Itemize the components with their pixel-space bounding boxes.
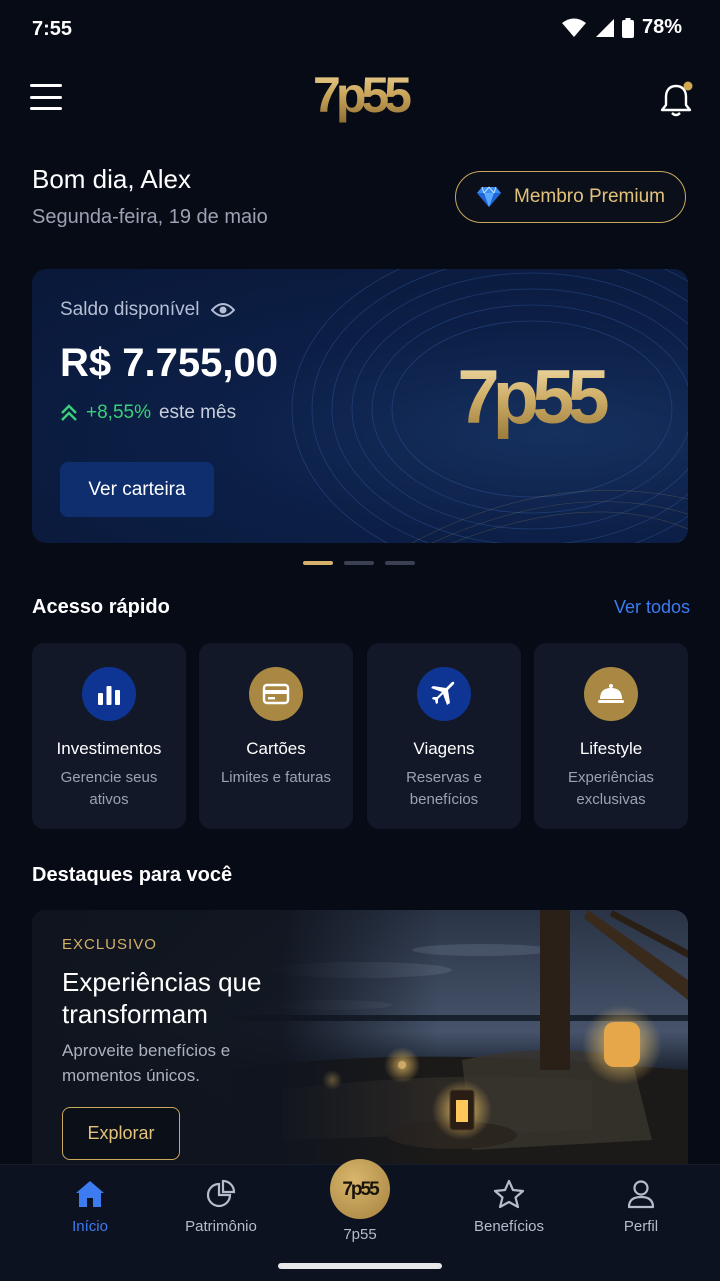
user-icon [627, 1180, 655, 1209]
quick-access-label: Lifestyle [579, 739, 643, 758]
premium-label: Membro Premium [514, 186, 665, 207]
nav-benefits[interactable]: Benefícios [454, 1179, 564, 1235]
signal-icon [595, 18, 614, 37]
quick-access-description: Reservas e benefícios [406, 769, 482, 808]
diamond-icon [477, 186, 501, 207]
credit-card-icon [249, 667, 303, 721]
change-suffix: este mês [158, 402, 237, 423]
nav-label: Benefícios [473, 1218, 545, 1235]
highlight-tag: EXCLUSIVO [62, 936, 157, 953]
highlight-description: Aproveite benefícios e momentos únicos. [62, 1041, 231, 1085]
greeting-title: Bom dia, Alex [32, 164, 191, 194]
logo-text: 7p55 [313, 67, 411, 123]
menu-button[interactable] [30, 84, 62, 110]
status-time: 7:55 [32, 18, 73, 40]
card-logo: 7p55 [457, 357, 615, 440]
quick-access-label: Investimentos [56, 739, 162, 758]
balance-label: Saldo disponível [60, 299, 200, 320]
see-all-link[interactable]: Ver todos [614, 597, 690, 618]
carousel-dot[interactable] [385, 561, 415, 565]
nav-profile[interactable]: Perfil [586, 1179, 696, 1235]
quick-access-title: Acesso rápido [32, 596, 170, 618]
status-icons: 78% [561, 16, 682, 39]
carousel-dot[interactable] [344, 561, 374, 565]
nav-label: Início [72, 1218, 108, 1235]
quick-access-description: Experiências exclusivas [568, 769, 654, 808]
view-wallet-button[interactable]: Ver carteira [60, 462, 214, 517]
balance-card: Saldo disponível R$ 7.755,00 +8,55% este… [32, 269, 688, 543]
wifi-icon [561, 18, 586, 37]
trend-up-icon [61, 404, 77, 421]
highlight-headline: Experiências que transformam [62, 967, 262, 1029]
pie-chart-icon [206, 1179, 236, 1208]
menu-icon [30, 84, 62, 87]
svg-text:7p55: 7p55 [342, 1179, 380, 1200]
quick-access-label: Cartões [246, 739, 306, 758]
change-percent: +8,55% [86, 402, 151, 423]
balance-change: +8,55% este mês [60, 402, 236, 424]
quick-access-lifestyle[interactable]: Lifestyle Experiências exclusivas [534, 643, 688, 829]
highlights-title: Destaques para você [32, 864, 233, 886]
quick-access-label: Viagens [413, 739, 475, 758]
explore-button[interactable]: Explorar [62, 1107, 180, 1160]
highlight-card[interactable]: EXCLUSIVO Experiências que transformam A… [32, 910, 688, 1180]
quick-access-travel[interactable]: Viagens Reservas e benefícios [367, 643, 521, 829]
nav-label: Patrimônio [185, 1218, 257, 1235]
greeting-date: Segunda-feira, 19 de maio [32, 206, 268, 228]
quick-access-description: Gerencie seus ativos [60, 769, 158, 808]
home-icon [76, 1181, 104, 1207]
airplane-icon [417, 667, 471, 721]
home-indicator [278, 1263, 442, 1269]
star-icon [493, 1179, 525, 1209]
premium-member-button[interactable]: Membro Premium [455, 171, 686, 223]
quick-access-description: Limites e faturas [220, 769, 332, 786]
brand-logo: 7p55 [313, 67, 416, 123]
cloche-icon [584, 667, 638, 721]
nav-brand-label: 7p55 [343, 1226, 377, 1243]
logo-icon: 7p55 [342, 1179, 382, 1200]
card-logo-text: 7p55 [457, 357, 608, 440]
nav-home[interactable]: Início [35, 1179, 145, 1235]
nav-label: Perfil [623, 1218, 659, 1235]
quick-access-cards[interactable]: Cartões Limites e faturas [199, 643, 353, 829]
nav-patrimony[interactable]: Patrimônio [166, 1179, 276, 1235]
carousel-indicator [303, 561, 415, 565]
nav-brand-button[interactable]: 7p55 [330, 1159, 390, 1219]
bar-chart-icon [82, 667, 136, 721]
carousel-dot[interactable] [303, 561, 333, 565]
balance-amount: R$ 7.755,00 [60, 341, 278, 385]
quick-access-investments[interactable]: Investimentos Gerencie seus ativos [32, 643, 186, 829]
battery-icon [621, 17, 634, 38]
notification-bell-icon[interactable] [656, 80, 696, 120]
balance-label-row: Saldo disponível [60, 299, 236, 321]
eye-icon[interactable] [211, 302, 236, 318]
battery-percent: 78% [641, 16, 682, 38]
